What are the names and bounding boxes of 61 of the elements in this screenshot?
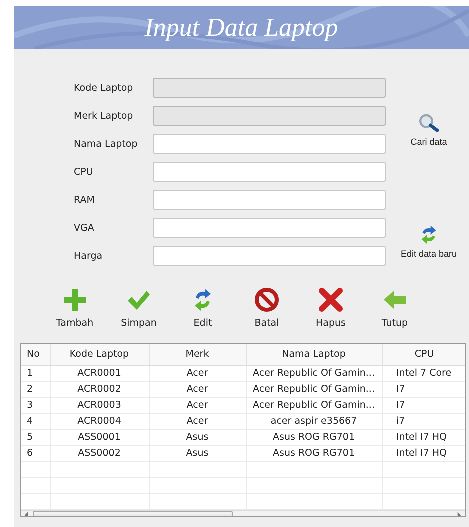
search-icon[interactable]	[418, 113, 440, 133]
table-cell: Intel I7 HQ	[396, 448, 448, 459]
toolbar-button[interactable]: Simpan	[114, 288, 164, 329]
field-label: Harga	[74, 250, 104, 262]
toolbar-button[interactable]: Batal	[242, 288, 292, 329]
field-label: Nama Laptop	[74, 138, 139, 150]
table-cell: i7	[396, 416, 406, 427]
table-cell: ACR0001	[78, 368, 122, 379]
table-cell: Acer Republic Of Gamin...	[253, 368, 375, 379]
table-cell: Asus	[186, 448, 209, 459]
table-cell: 6	[27, 448, 34, 459]
table-cell: Asus ROG RG701	[273, 432, 355, 443]
table-cell: Acer Republic Of Gamin...	[253, 384, 375, 395]
field-label: Merk Laptop	[74, 110, 134, 122]
table-cell: Asus	[186, 432, 209, 443]
table-cell: ACR0003	[78, 400, 122, 411]
form-title: Input Data Laptop	[144, 12, 338, 42]
table-cell: 3	[27, 400, 34, 411]
cross-icon	[319, 288, 343, 312]
table-cell: Intel 7 Core	[396, 368, 452, 379]
column-header[interactable]: Merk	[149, 344, 246, 366]
column-header[interactable]: Nama Laptop	[246, 344, 382, 366]
column-header[interactable]: Kode Laptop	[50, 344, 149, 366]
table-cell: Acer	[186, 384, 208, 395]
table-cell: Acer	[186, 368, 208, 379]
column-header[interactable]: No	[21, 344, 50, 366]
field-label: VGA	[74, 222, 96, 234]
text-field[interactable]	[153, 134, 386, 154]
table-cell: Acer	[186, 400, 208, 411]
toolbar-button[interactable]: Tutup	[370, 288, 420, 329]
table-cell: ACR0004	[78, 416, 122, 427]
table-cell: 2	[27, 384, 34, 395]
text-field[interactable]	[153, 162, 386, 182]
table-cell: ASS0001	[78, 432, 121, 443]
table-cell: Intel I7 HQ	[396, 432, 448, 443]
table-cell: acer aspir e35667	[270, 416, 358, 427]
column-header[interactable]: CPU	[382, 344, 465, 366]
text-field[interactable]	[153, 246, 386, 266]
table-cell: Asus ROG RG701	[273, 448, 355, 459]
action-label[interactable]: Edit data baru	[400, 249, 458, 259]
field-label: Kode Laptop	[74, 82, 134, 94]
table-cell: ACR0002	[78, 384, 122, 395]
left-arrow-icon	[383, 288, 407, 312]
toolbar-button[interactable]: Edit	[178, 288, 228, 329]
field-label: CPU	[74, 166, 94, 178]
table-cell: 4	[27, 416, 34, 427]
prohibited-icon	[255, 288, 279, 312]
table-cell: ASS0002	[78, 448, 121, 459]
table-cell: 1	[27, 368, 34, 379]
toolbar-button[interactable]: Tambah	[50, 288, 100, 329]
text-field[interactable]	[153, 218, 386, 238]
table-cell: Acer Republic Of Gamin...	[253, 400, 375, 411]
table-cell: I7	[396, 400, 406, 411]
action-label[interactable]: Cari data	[410, 137, 448, 147]
field-label: RAM	[74, 194, 96, 206]
table-cell: Acer	[186, 416, 208, 427]
table-cell: 5	[27, 432, 34, 443]
text-field[interactable]	[153, 190, 386, 210]
toolbar-button[interactable]: Hapus	[306, 288, 356, 329]
table-cell: I7	[396, 384, 406, 395]
plus-icon	[63, 288, 87, 312]
